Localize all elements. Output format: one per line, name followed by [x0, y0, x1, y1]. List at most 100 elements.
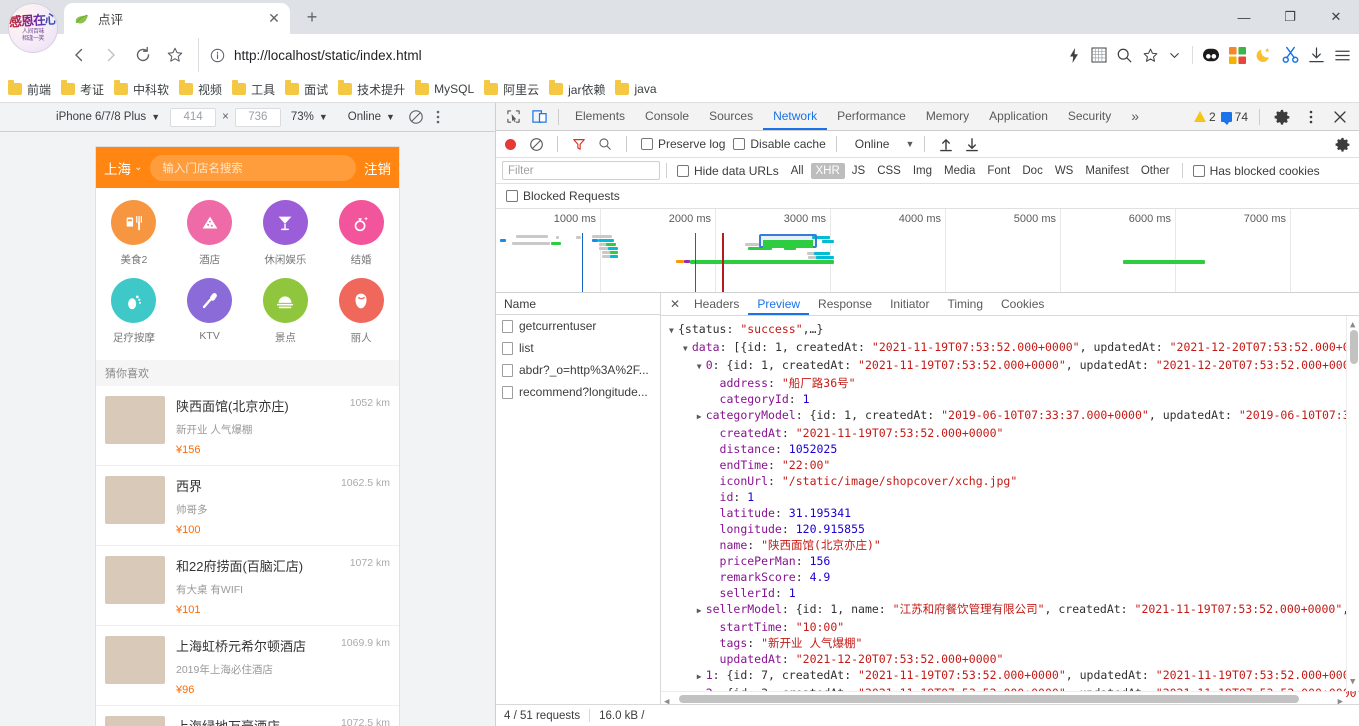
timeline-selection[interactable] [759, 234, 817, 248]
shop-list-item[interactable]: 和22府捞面(百脑汇店) 有大桌 有WIFI ¥101 1072 km [96, 546, 399, 626]
expand-arrow-open-icon[interactable]: ▼ [683, 341, 692, 357]
detail-tab-response[interactable]: Response [809, 293, 881, 315]
detail-tab-timing[interactable]: Timing [938, 293, 992, 315]
category-item-massage[interactable]: 足疗按摩 [96, 278, 172, 345]
back-button[interactable] [64, 40, 94, 70]
new-tab-button[interactable]: + [298, 3, 326, 31]
upload-icon[interactable] [935, 133, 957, 155]
filter-type-font[interactable]: Font [982, 163, 1015, 179]
expand-arrow-closed-icon[interactable]: ▶ [697, 669, 706, 685]
bookmark-item[interactable]: 考证 [61, 80, 104, 98]
network-throttle-selector[interactable]: Online ▼ [348, 111, 395, 123]
bookmark-item[interactable]: 前端 [8, 80, 51, 98]
zoom-selector[interactable]: 73% ▼ [291, 111, 328, 123]
browser-tab[interactable]: 点评 ✕ [64, 3, 290, 34]
bookmark-item[interactable]: jar依赖 [549, 80, 605, 98]
logout-button[interactable]: 注销 [364, 158, 391, 178]
profile-avatar[interactable]: 感恩在心 人间百味 相逢一笑 [8, 3, 58, 53]
grid-icon[interactable] [1091, 47, 1107, 63]
bookmark-item[interactable]: 阿里云 [484, 80, 539, 98]
category-item-entertainment[interactable]: 休闲娱乐 [248, 200, 324, 267]
category-item-beauty[interactable]: 丽人 [323, 278, 399, 345]
download-icon[interactable] [1308, 46, 1325, 64]
category-item-wedding[interactable]: 结婚 [323, 200, 399, 267]
detail-tab-preview[interactable]: Preview [748, 293, 810, 315]
bookmark-item[interactable]: 视频 [179, 80, 222, 98]
network-overview-timeline[interactable]: 1000 ms 2000 ms 3000 ms 4000 ms 5000 ms … [496, 209, 1359, 293]
filter-type-ws[interactable]: WS [1050, 163, 1079, 179]
filter-type-xhr[interactable]: XHR [810, 162, 845, 179]
more-vertical-icon[interactable] [427, 106, 449, 128]
network-settings-gear-icon[interactable] [1331, 133, 1353, 155]
reload-button[interactable] [128, 40, 158, 70]
detail-tab-headers[interactable]: Headers [685, 293, 748, 315]
lightning-icon[interactable] [1066, 47, 1082, 64]
city-selector[interactable]: 上海 ⌄ [104, 158, 142, 178]
mobile-viewport[interactable]: 上海 ⌄ 输入门店名搜索 注销 美食2 酒店 休闲娱乐 结婚 足疗按摩 KTV … [96, 147, 399, 726]
search-icon[interactable] [594, 133, 616, 155]
json-preview[interactable]: ▼ {status: "success",…} ▼ data: [{id: 1, c… [661, 316, 1359, 704]
star-icon[interactable] [1142, 47, 1159, 64]
filter-input[interactable]: Filter [502, 161, 660, 180]
expand-arrow-closed-icon[interactable]: ▶ [697, 409, 706, 425]
filter-type-js[interactable]: JS [847, 163, 870, 179]
address-bar[interactable]: http://localhost/static/index.html [198, 38, 1049, 72]
tab-application[interactable]: Application [979, 103, 1058, 130]
preview-horizontal-scrollbar[interactable]: ◀ ▶ [661, 691, 1346, 704]
request-row[interactable]: recommend?longitude... [496, 381, 660, 403]
dark-mode-icon[interactable] [1255, 46, 1273, 64]
gear-icon[interactable] [1269, 105, 1295, 129]
tab-security[interactable]: Security [1058, 103, 1121, 130]
detail-tab-cookies[interactable]: Cookies [992, 293, 1053, 315]
category-item-ktv[interactable]: KTV [172, 278, 248, 345]
no-throttling-icon[interactable] [405, 106, 427, 128]
device-width-input[interactable]: 414 [170, 107, 217, 127]
clear-icon[interactable] [525, 133, 547, 155]
filter-type-img[interactable]: Img [908, 163, 937, 179]
shop-list-item[interactable]: 上海绿地万豪酒店 1072.5 km [96, 706, 399, 726]
minimize-button[interactable]: — [1221, 0, 1267, 34]
tab-sources[interactable]: Sources [699, 103, 763, 130]
shop-search-input[interactable]: 输入门店名搜索 [150, 154, 356, 181]
has-blocked-cookies-checkbox[interactable]: Has blocked cookies [1192, 164, 1320, 178]
request-row[interactable]: abdr?_o=http%3A%2F... [496, 359, 660, 381]
chevron-down-icon[interactable] [1168, 49, 1181, 62]
record-icon[interactable] [505, 138, 516, 150]
bookmark-item[interactable]: java [615, 80, 657, 96]
bookmark-item[interactable]: 面试 [285, 80, 328, 98]
expand-arrow-open-icon[interactable]: ▼ [669, 323, 678, 339]
scissors-icon[interactable] [1282, 46, 1299, 64]
filter-icon[interactable] [568, 133, 590, 155]
maximize-button[interactable]: ❐ [1267, 0, 1313, 34]
inspect-icon[interactable] [500, 105, 526, 129]
device-height-input[interactable]: 736 [234, 107, 281, 127]
throttle-selector[interactable]: Online ▼ [855, 137, 915, 151]
close-devtools-icon[interactable] [1327, 105, 1353, 129]
search-icon[interactable] [1116, 47, 1133, 64]
forward-button[interactable] [96, 40, 126, 70]
category-item-hotel[interactable]: 酒店 [172, 200, 248, 267]
filter-type-css[interactable]: CSS [872, 163, 906, 179]
disable-cache-checkbox[interactable]: Disable cache [733, 137, 826, 151]
extensions-icon[interactable] [1229, 46, 1246, 64]
more-panels-button[interactable]: » [1121, 103, 1149, 130]
bookmark-item[interactable]: MySQL [415, 80, 474, 96]
device-selector[interactable]: iPhone 6/7/8 Plus ▼ [56, 111, 160, 123]
tab-performance[interactable]: Performance [827, 103, 916, 130]
tab-elements[interactable]: Elements [565, 103, 635, 130]
filter-type-manifest[interactable]: Manifest [1080, 163, 1133, 179]
bookmark-item[interactable]: 技术提升 [338, 80, 405, 98]
hide-data-urls-checkbox[interactable]: Hide data URLs [677, 164, 779, 178]
blocked-requests-checkbox[interactable]: Blocked Requests [506, 189, 620, 203]
message-count[interactable]: 74 [1220, 110, 1248, 125]
requests-column-header[interactable]: Name [496, 293, 660, 315]
filter-type-media[interactable]: Media [939, 163, 980, 179]
tab-network[interactable]: Network [763, 103, 828, 130]
bookmark-star-icon[interactable] [160, 40, 190, 70]
download-icon[interactable] [961, 133, 983, 155]
device-toolbar-icon[interactable] [526, 105, 552, 129]
filter-type-all[interactable]: All [786, 163, 809, 179]
warning-count[interactable]: 2 [1193, 110, 1216, 124]
close-detail-icon[interactable]: ✕ [665, 297, 685, 311]
filter-type-other[interactable]: Other [1136, 163, 1175, 179]
